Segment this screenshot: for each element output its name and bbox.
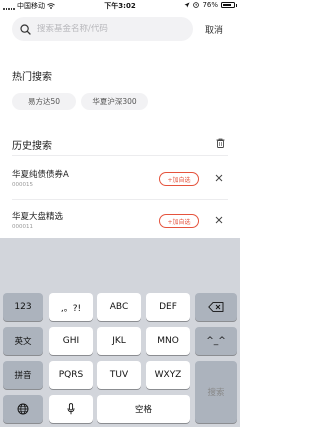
history-item-code: 000011 [12, 224, 33, 230]
backspace-icon [208, 302, 224, 312]
cancel-button[interactable]: 取消 [205, 23, 223, 36]
add-watchlist-button[interactable]: +加自选 [159, 172, 199, 186]
close-icon[interactable] [215, 216, 223, 224]
key-space[interactable]: 空格 [97, 395, 190, 423]
search-bar[interactable] [12, 17, 193, 41]
trash-icon[interactable] [216, 138, 225, 148]
key-search[interactable]: 搜索 [195, 361, 237, 423]
keyboard: 123 ,。?! ABC DEF 英文 GHI JKL MNO ^_^ 拼音 P… [0, 238, 240, 427]
key-backspace[interactable] [195, 293, 237, 321]
key-pinyin[interactable]: 拼音 [3, 361, 43, 389]
battery-tip [236, 3, 237, 7]
hot-chip-2[interactable]: 华夏沪深300 [81, 93, 148, 110]
key-wxyz[interactable]: WXYZ [146, 361, 190, 389]
history-divider-top [12, 155, 228, 156]
location-icon [184, 2, 190, 8]
search-input[interactable] [37, 24, 177, 34]
key-pqrs[interactable]: PQRS [49, 361, 93, 389]
search-icon [20, 23, 31, 35]
alarm-icon [193, 2, 200, 8]
key-abc[interactable]: ABC [97, 293, 141, 321]
key-123[interactable]: 123 [3, 293, 43, 321]
key-mno[interactable]: MNO [146, 327, 190, 355]
history-title: 历史搜索 [12, 141, 52, 152]
hot-search-title: 热门搜索 [12, 72, 52, 83]
history-item-name: 华夏大盘精选 [12, 212, 64, 222]
key-jkl[interactable]: JKL [97, 327, 141, 355]
key-microphone[interactable] [49, 395, 93, 423]
history-item-code: 000015 [12, 182, 33, 188]
history-divider [12, 199, 228, 200]
key-emoticon[interactable]: ^_^ [195, 327, 237, 355]
key-globe[interactable] [3, 395, 43, 423]
hot-chip-1[interactable]: 易方达50 [12, 93, 76, 110]
microphone-icon [67, 403, 75, 415]
key-tuv[interactable]: TUV [97, 361, 141, 389]
history-item[interactable]: 华夏纯债债券A 000015 +加自选 [12, 168, 228, 208]
battery-percent: 76% [202, 1, 218, 9]
history-item-name: 华夏纯债债券A [12, 170, 69, 180]
key-def[interactable]: DEF [146, 293, 190, 321]
status-right: 76% [184, 1, 237, 9]
close-icon[interactable] [215, 174, 223, 182]
globe-icon [17, 403, 29, 415]
key-ghi[interactable]: GHI [49, 327, 93, 355]
battery-icon [221, 2, 235, 8]
key-english[interactable]: 英文 [3, 327, 43, 355]
key-punctuation[interactable]: ,。?! [49, 293, 93, 321]
status-bar: 中国移动 下午3:02 76% [0, 0, 240, 12]
add-watchlist-button[interactable]: +加自选 [159, 214, 199, 228]
